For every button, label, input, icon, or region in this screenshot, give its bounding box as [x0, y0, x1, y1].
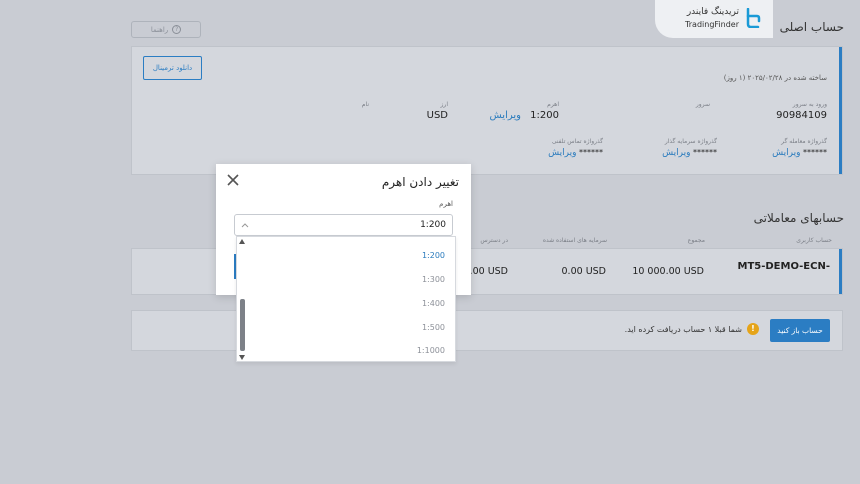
page-title: حساب اصلی — [779, 20, 844, 34]
help-button[interactable]: ? راهنما — [131, 21, 201, 38]
watermark-persian: تریدینگ فایندر — [686, 7, 739, 17]
warning-icon: ! — [747, 323, 759, 335]
help-label: راهنما — [150, 25, 169, 34]
col-account: حساب کاربری — [796, 237, 832, 244]
col-used: سرمایه های استفاده شده — [542, 237, 607, 244]
leverage-edit-link[interactable]: ویرایش — [490, 110, 521, 121]
account-used: 0.00 USD — [561, 266, 606, 277]
chevron-up-icon — [241, 223, 249, 228]
currency-label: ارز — [440, 101, 448, 108]
scroll-down-arrow-icon[interactable] — [239, 355, 245, 360]
watermark-english: TradingFinder — [685, 20, 739, 29]
account-name: MT5-DEMO-ECN- — [737, 261, 831, 272]
col-available: در دسترس — [480, 237, 508, 244]
row-accent — [839, 249, 842, 294]
modal-title: تغییر دادن اهرم — [381, 175, 459, 189]
leverage-field-label: اهرم — [439, 200, 453, 208]
main-account-card: دانلود ترمینال ساخته شده در ۲۰۲۵/۰۲/۲۸ (… — [131, 46, 843, 175]
phone-password-value: ****** — [579, 148, 603, 157]
leverage-dropdown: 1:200 1:300 1:400 1:500 1:1000 — [236, 236, 456, 362]
trader-password-edit-link[interactable]: ویرایش — [772, 148, 800, 158]
login-label: ورود به سرور — [792, 101, 827, 108]
trader-password-field: ****** ویرایش — [772, 148, 827, 158]
help-icon: ? — [172, 25, 182, 34]
investor-password-field: ****** ویرایش — [662, 148, 717, 158]
card-accent — [839, 47, 842, 174]
open-account-button[interactable]: حساب باز کنید — [770, 319, 830, 342]
server-label: سرور — [695, 101, 710, 108]
investor-password-value: ****** — [693, 148, 717, 157]
investor-password-label: گذرواژه سرمایه گذار — [664, 138, 717, 145]
created-text: ساخته شده در ۲۰۲۵/۰۲/۲۸ (۱ روز) — [723, 74, 827, 82]
scrollbar-thumb[interactable] — [240, 299, 245, 351]
leverage-select[interactable]: 1:200 — [234, 214, 453, 236]
investor-password-edit-link[interactable]: ویرایش — [662, 148, 690, 158]
option-1-1000[interactable]: 1:1000 — [417, 346, 445, 355]
col-total: مجموع — [687, 237, 705, 244]
watermark: تریدینگ فایندر TradingFinder — [655, 0, 773, 38]
trader-password-label: گذرواژه معامله گر — [781, 138, 827, 145]
phone-password-field: ****** ویرایش — [548, 148, 603, 158]
leverage-field: 1:200 ویرایش — [490, 110, 559, 121]
close-icon[interactable] — [226, 173, 240, 187]
trader-password-value: ****** — [803, 148, 827, 157]
leverage-select-value: 1:200 — [420, 220, 446, 230]
name-label: نام — [361, 101, 369, 108]
phone-password-label: گذرواژه تماس تلفنی — [551, 138, 603, 145]
login-value: 90984109 — [776, 110, 827, 121]
open-account-notice: شما قبلا ۱ حساب دریافت کرده اید. — [624, 325, 742, 334]
trading-accounts-title: حسابهای معاملاتی — [753, 211, 844, 225]
scroll-up-arrow-icon[interactable] — [239, 239, 245, 244]
account-total: 10 000.00 USD — [632, 266, 704, 277]
leverage-label: اهرم — [547, 101, 559, 108]
option-1-400[interactable]: 1:400 — [422, 299, 445, 308]
option-1-500[interactable]: 1:500 — [422, 323, 445, 332]
option-1-300[interactable]: 1:300 — [422, 275, 445, 284]
option-1-200[interactable]: 1:200 — [422, 251, 445, 260]
leverage-value: 1:200 — [530, 110, 559, 121]
phone-password-edit-link[interactable]: ویرایش — [548, 148, 576, 158]
download-terminal-button[interactable]: دانلود ترمینال — [143, 56, 202, 80]
tradingfinder-logo-icon — [746, 8, 761, 28]
currency-value: USD — [426, 110, 448, 121]
